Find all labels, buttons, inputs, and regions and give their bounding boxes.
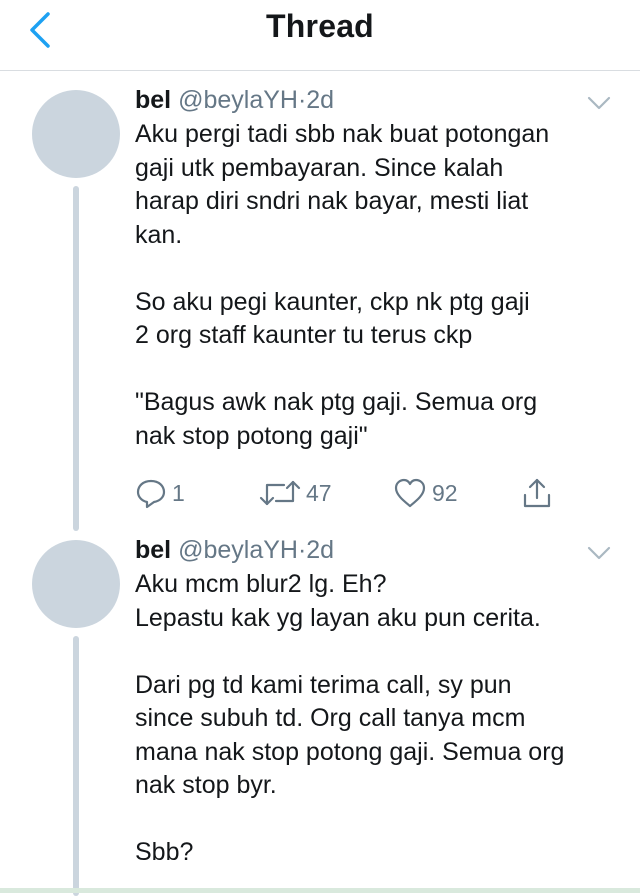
retweet-count: 47 [306,479,332,506]
reply-button[interactable]: 1 [134,473,185,513]
like-button[interactable]: 92 [392,473,458,513]
timestamp: 2d [306,536,335,564]
retweet-icon [259,480,301,506]
display-name[interactable]: bel [135,536,171,564]
top-bar: Thread [0,0,640,71]
user-handle[interactable]: @beylaYH [178,86,298,114]
thread-connector [73,636,79,896]
avatar[interactable] [32,90,120,178]
heart-icon [394,478,426,508]
chevron-down-icon[interactable] [585,543,613,563]
tweet-text: Aku mcm blur2 lg. Eh? Lepastu kak yg lay… [135,570,565,866]
user-handle[interactable]: @beylaYH [178,536,298,564]
display-name[interactable]: bel [135,86,171,114]
thread-connector [73,186,79,531]
tweet-actions: 1 47 92 [134,473,614,513]
tweet[interactable]: bel @beylaYH·2d Aku mcm blur2 lg. Eh? Le… [0,521,640,896]
page-title: Thread [266,8,374,44]
bottom-edge [0,888,640,893]
timestamp: 2d [306,86,335,114]
tweet[interactable]: bel @beylaYH·2d Aku pergi tadi sbb nak b… [0,71,640,531]
share-icon [523,478,551,508]
tweet-header: bel @beylaYH·2d [135,85,334,115]
tweet-header: bel @beylaYH·2d [135,535,334,565]
avatar[interactable] [32,540,120,628]
reply-count: 1 [172,479,185,506]
reply-icon [136,479,166,509]
share-button[interactable] [520,473,554,513]
tweet-text: Aku pergi tadi sbb nak buat potongan gaj… [135,120,550,450]
retweet-button[interactable]: 47 [258,473,332,513]
like-count: 92 [432,479,458,506]
chevron-down-icon[interactable] [585,93,613,113]
